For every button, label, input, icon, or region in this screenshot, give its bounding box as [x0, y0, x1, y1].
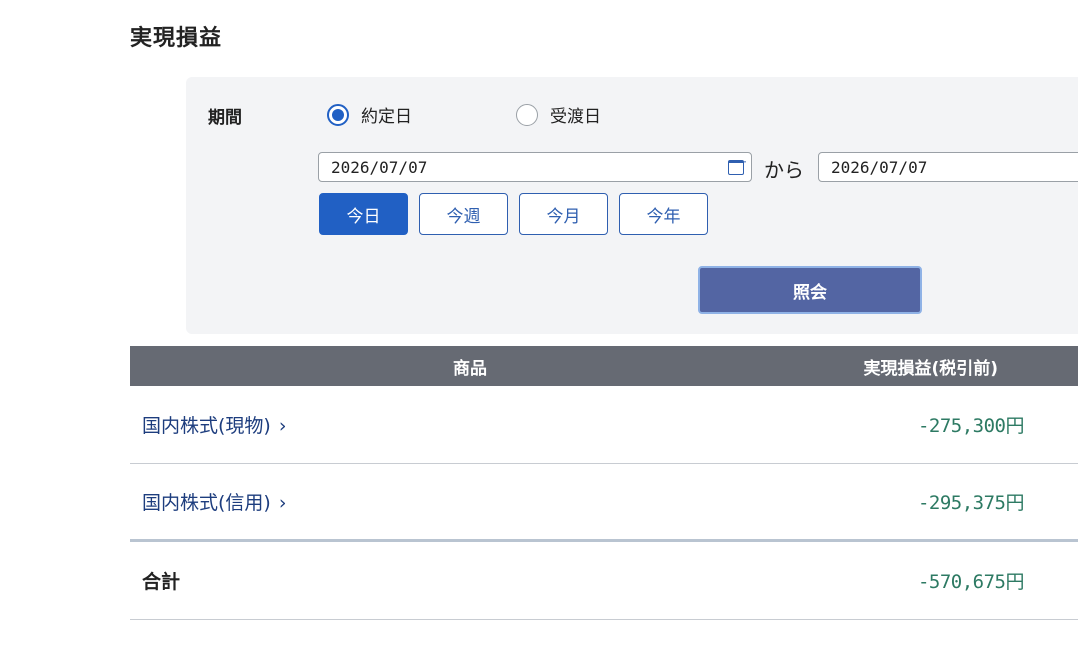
pl-value: -275,300円: [917, 415, 1025, 437]
product-link-margin-stock[interactable]: 国内株式(信用) ›: [130, 488, 810, 515]
header-realized-pl: 実現損益(税引前): [863, 358, 998, 379]
this-year-button[interactable]: 今年: [619, 193, 708, 235]
date-from-input[interactable]: 2026/07/07: [318, 152, 752, 182]
radio-settlement-date[interactable]: 受渡日: [516, 102, 601, 127]
product-name: 国内株式(現物): [142, 415, 271, 437]
chevron-right-icon: ›: [278, 492, 287, 514]
radio-unchecked-icon: [516, 103, 538, 126]
product-name: 国内株式(信用): [142, 492, 271, 514]
date-to-value: 2026/07/07: [831, 157, 928, 177]
radio-checked-icon: [327, 103, 349, 126]
date-from-value: 2026/07/07: [331, 157, 428, 177]
range-separator: から: [764, 158, 804, 182]
table-row: 国内株式(信用) › -295,375円: [130, 464, 1078, 542]
radio-trade-date[interactable]: 約定日: [327, 102, 412, 127]
today-button[interactable]: 今日: [319, 193, 408, 235]
chevron-right-icon: ›: [278, 415, 287, 437]
table-row: 国内株式(現物) › -275,300円: [130, 386, 1078, 464]
search-button[interactable]: 照会: [698, 266, 922, 314]
total-value: -570,675円: [917, 571, 1025, 593]
page-title: 実現損益: [130, 26, 223, 51]
filter-panel: 期間 約定日 受渡日 2026/07/07 から 2026/07/07 今日 今…: [186, 77, 1078, 334]
calendar-icon[interactable]: [728, 157, 748, 175]
product-link-cash-stock[interactable]: 国内株式(現物) ›: [130, 411, 810, 438]
this-week-button[interactable]: 今週: [419, 193, 508, 235]
radio-trade-date-label: 約定日: [361, 107, 412, 127]
total-label: 合計: [142, 571, 181, 593]
radio-settlement-date-label: 受渡日: [550, 107, 601, 127]
date-to-input[interactable]: 2026/07/07: [818, 152, 1078, 182]
period-label: 期間: [208, 108, 242, 128]
realized-pl-table: 商品 実現損益(税引前) 国内株式(現物) › -275,300円 国内株式(信用…: [130, 346, 1078, 620]
header-product: 商品: [453, 358, 487, 379]
total-row: 合計 -570,675円: [130, 542, 1078, 620]
pl-value: -295,375円: [917, 492, 1025, 514]
table-header: 商品 実現損益(税引前): [130, 346, 1078, 386]
this-month-button[interactable]: 今月: [519, 193, 608, 235]
